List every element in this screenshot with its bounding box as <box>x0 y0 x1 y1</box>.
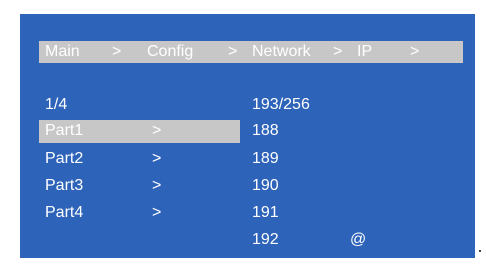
breadcrumb: Main > Config > Network > IP > <box>39 41 463 63</box>
chevron-right-icon: > <box>152 122 162 139</box>
value-item[interactable]: 190 <box>252 174 279 198</box>
page-indicator: 1/4 <box>45 96 68 113</box>
value-item[interactable]: 188 <box>252 119 279 143</box>
breadcrumb-separator: > <box>228 43 238 60</box>
list-item-label: Part3 <box>45 177 84 194</box>
breadcrumb-network[interactable]: Network <box>252 41 311 63</box>
value-item[interactable]: 192 <box>252 228 279 252</box>
list-item-label: Part1 <box>45 122 84 139</box>
breadcrumb-separator: > <box>410 43 420 60</box>
value-item[interactable]: 191 <box>252 201 279 225</box>
breadcrumb-separator: > <box>112 43 122 60</box>
value-counter: 193/256 <box>252 96 310 113</box>
breadcrumb-main[interactable]: Main <box>45 41 80 63</box>
chevron-right-icon: > <box>152 177 162 194</box>
chevron-right-icon: > <box>152 150 162 167</box>
list-item-label: Part4 <box>45 204 84 221</box>
value-item[interactable]: 189 <box>252 147 279 171</box>
cursor-marker: @ <box>350 231 367 248</box>
menu-screen: Main > Config > Network > IP > 1/4 Part1… <box>20 14 475 258</box>
chevron-right-icon: > <box>152 204 162 221</box>
screen-edge-mark <box>479 250 481 252</box>
breadcrumb-config[interactable]: Config <box>147 41 193 63</box>
list-item-label: Part2 <box>45 150 84 167</box>
breadcrumb-separator: > <box>333 43 343 60</box>
breadcrumb-ip[interactable]: IP <box>357 41 372 63</box>
